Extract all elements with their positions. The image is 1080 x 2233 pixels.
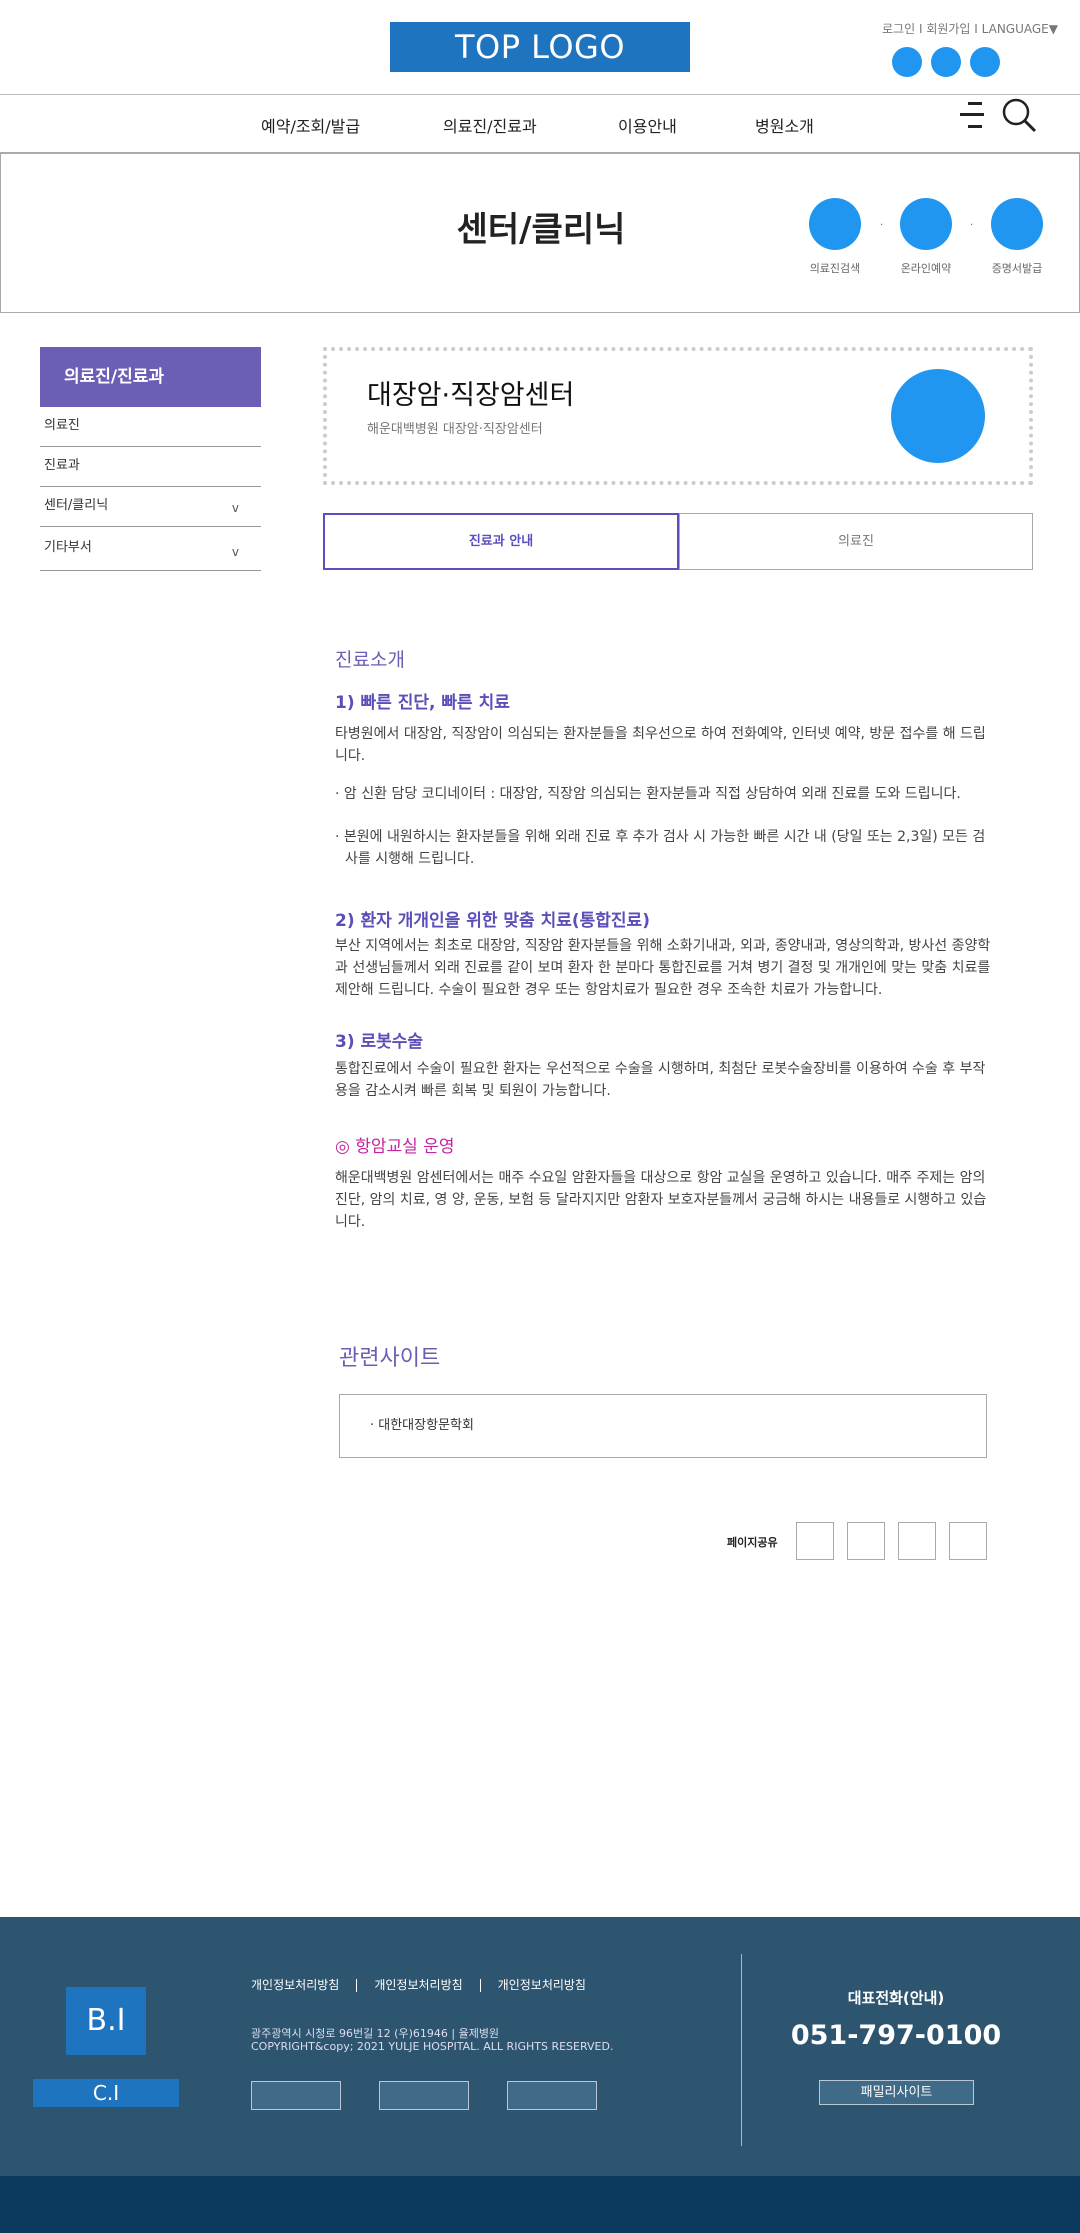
footer-privacy-link[interactable]: 개인정보처리방침 [251,1979,356,1992]
paragraph: 해운대백병원 암센터에서는 매주 수요일 암환자들을 대상으로 항암 교실을 운… [335,1170,987,1230]
chevron-down-icon[interactable]: v [232,531,239,573]
bullet-item: · 본원에 내원하시는 환자분들을 위해 외래 진료 후 추가 검사 시 가능한… [335,829,986,867]
side-nav-item-label: 의료진 [44,418,80,433]
center-image [891,369,985,463]
side-nav-title: 의료진/진료과 [40,347,261,407]
util-separator: I [970,22,982,36]
language-select[interactable]: LANGUAGE▼ [982,22,1058,36]
chevron-down-icon[interactable]: v [232,489,239,527]
side-nav-item-label: 진료과 [44,458,80,473]
share-button[interactable] [847,1522,885,1560]
center-subtitle: 해운대백병원 대장암·직장암센터 [367,422,543,437]
quick-link-doctor-search[interactable]: 의료진검색 [795,198,875,276]
footer-button[interactable] [251,2081,341,2110]
quick-link-certificate[interactable]: 증명서발급 [977,198,1057,276]
gnb-item-about[interactable]: 병원소개 [755,113,814,137]
bullet-item: · 암 신환 담당 코디네이터 : 대장암, 직장암 의심되는 환자분들과 직접… [335,786,961,802]
footer-copyright: COPYRIGHT&copy; 2021 YULJE HOSPITAL. ALL… [251,2040,614,2053]
util-circle-icon[interactable] [931,47,961,77]
top-logo[interactable]: TOP LOGO [390,22,690,72]
tel-label: 대표전화(안내) [847,1989,945,2007]
footer-privacy-link[interactable]: 개인정보처리방침 [356,1979,479,1992]
related-sites-box: · 대한대장항문학회 [339,1394,987,1458]
quick-separator: · [970,220,974,231]
footer-ci-logo: C.I [33,2079,179,2107]
footer-bottom-bar [0,2176,1080,2233]
quick-link-online-reservation[interactable]: 온라인예약 [886,198,966,276]
share-button[interactable] [796,1522,834,1560]
side-nav-item-departments[interactable]: 진료과 [40,447,261,487]
quick-link-label: 의료진검색 [809,262,861,275]
gnb-item-reservation[interactable]: 예약/조회/발급 [261,113,360,137]
join-link[interactable]: 회원가입 [926,22,970,36]
login-link[interactable]: 로그인 [882,22,915,36]
menu-icon[interactable] [958,100,988,130]
title-band: 센터/클리닉 의료진검색 · 온라인예약 · 증명서발급 [0,153,1080,313]
share-button[interactable] [949,1522,987,1560]
tel-number: 051-797-0100 [790,2020,1002,2051]
section-title: 진료소개 [335,649,405,671]
online-reservation-icon [900,198,952,250]
paragraph: 부산 지역에서는 최초로 대장암, 직장암 환자분들을 위해 소화기내과, 외과… [335,938,991,998]
side-nav-item-doctors[interactable]: 의료진 [40,407,261,447]
gnb-item-guide[interactable]: 이용안내 [618,113,677,137]
share-button[interactable] [898,1522,936,1560]
family-site-button[interactable]: 패밀리사이트 [819,2080,974,2105]
footer-button[interactable] [507,2081,597,2110]
center-name: 대장암·직장암센터 [367,380,575,411]
side-nav-item-label: 기타부서 [44,540,92,555]
share-label: 페이지공유 [727,1536,778,1549]
util-circle-icon[interactable] [892,47,922,77]
footer-privacy-link[interactable]: 개인정보처리방침 [479,1979,603,1992]
util-separator: I [915,22,927,36]
subsection-title: 1) 빠른 진단, 빠른 치료 [335,693,510,713]
global-nav: 예약/조회/발급 의료진/진료과 이용안내 병원소개 [0,96,1080,153]
tab-doctors[interactable]: 의료진 [679,513,1033,570]
quick-link-label: 증명서발급 [991,262,1043,275]
subsection-title-highlight: ◎ 항암교실 운영 [335,1137,455,1157]
main-content: 진료소개 1) 빠른 진단, 빠른 치료 타병원에서 대장암, 직장암이 의심되… [335,645,995,1233]
tab-department-info[interactable]: 진료과 안내 [323,513,679,570]
search-icon[interactable] [1000,97,1038,135]
header-top: TOP LOGO 로그인 I 회원가입 I LANGUAGE▼ [0,0,1080,95]
subsection-title: 3) 로봇수술 [335,1032,424,1052]
side-nav-item-label: 센터/클리닉 [44,498,109,513]
paragraph: 타병원에서 대장암, 직장암이 의심되는 환자분들을 최우선으로 하여 전화예약… [335,726,986,764]
paragraph: 통합진료에서 수술이 필요한 환자는 우선적으로 수술을 시행하며, 최첨단 로… [335,1061,986,1099]
util-links: 로그인 I 회원가입 I LANGUAGE▼ [882,20,1058,37]
quick-link-label: 온라인예약 [900,262,952,275]
center-card: 대장암·직장암센터 해운대백병원 대장암·직장암센터 [323,347,1033,485]
footer: B.I C.I 개인정보처리방침 개인정보처리방침 개인정보처리방침 광주광역시… [0,1917,1080,2176]
footer-links: 개인정보처리방침 개인정보처리방침 개인정보처리방침 [251,1979,603,1992]
util-icons [892,47,1000,77]
side-nav-item-centers[interactable]: 센터/클리닉 v [40,487,261,527]
related-sites-title: 관련사이트 [339,1346,441,1371]
footer-button[interactable] [379,2081,469,2110]
gnb-item-medical[interactable]: 의료진/진료과 [443,113,537,137]
subsection-title: 2) 환자 개개인을 위한 맞춤 치료(통합진료) [335,911,650,931]
side-nav-item-other[interactable]: 기타부서 v [40,527,261,571]
doctor-search-icon [809,198,861,250]
footer-address: 광주광역시 시청로 96번길 12 (우)61946 | 율제병원 COPYRI… [251,2027,613,2053]
quick-separator: · [880,220,884,231]
footer-bi-logo: B.I [66,1987,146,2055]
side-nav: 의료진/진료과 의료진 진료과 센터/클리닉 v 기타부서 v [40,347,261,571]
certificate-icon [991,198,1043,250]
content-tabs: 진료과 안내 의료진 [323,513,1033,570]
related-site-link[interactable]: · 대한대장항문학회 [370,1418,474,1433]
util-circle-icon[interactable] [970,47,1000,77]
footer-address-line: 광주광역시 시청로 96번길 12 (우)61946 | 율제병원 [251,2027,500,2040]
